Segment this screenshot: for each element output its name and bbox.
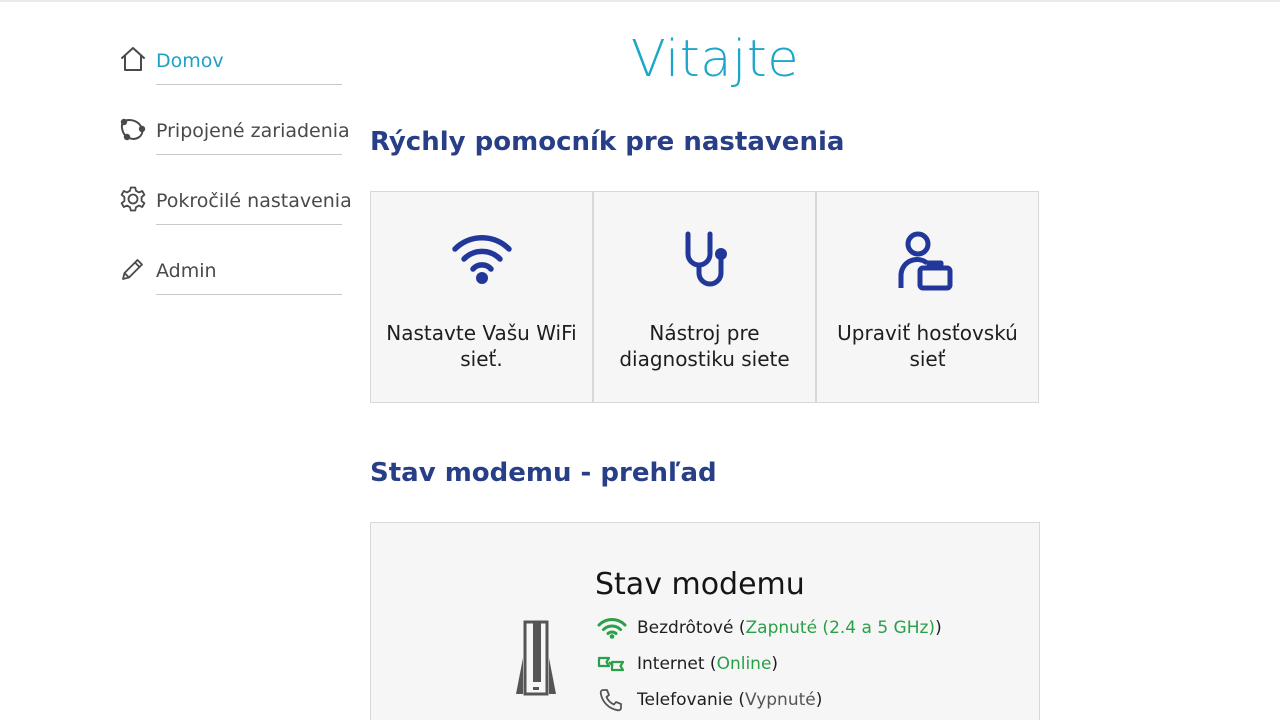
guest-network-card[interactable]: Upraviť hosťovskú sieť (816, 191, 1039, 403)
status-open-paren: ( (733, 618, 746, 638)
divider (156, 224, 342, 225)
status-close-paren: ) (771, 654, 779, 674)
sidebar-item-connected-devices[interactable]: Pripojené zariadenia (118, 110, 350, 180)
wifi-icon (597, 616, 627, 640)
status-name: Internet (637, 654, 705, 674)
status-open-paren: ( (704, 654, 717, 674)
page-title: Vitajte (630, 30, 800, 89)
sidebar-item-label: Pripojené zariadenia (156, 120, 350, 142)
quick-setup-heading: Rýchly pomocník pre nastavenia (370, 127, 845, 157)
guest-user-icon (817, 230, 1038, 292)
wifi-setup-card[interactable]: Nastavte Vašu WiFi sieť. (370, 191, 593, 403)
phone-icon (597, 688, 627, 712)
pencil-icon (118, 255, 148, 283)
connected-devices-icon (118, 115, 148, 143)
sidebar-item-home[interactable]: Domov (118, 40, 344, 110)
sidebar-nav: Domov Pripojené zariadenia Pokročilé nas… (118, 40, 352, 320)
top-border (0, 0, 1280, 2)
card-label: Nástroj pre diagnostiku siete (619, 321, 790, 371)
status-value: Zapnuté (2.4 a 5 GHz) (745, 618, 936, 638)
sidebar-item-advanced-settings[interactable]: Pokročilé nastavenia (118, 180, 352, 250)
modem-status-panel: Stav modemu Bezdrôtové (Zapnuté (2.4 a 5… (370, 522, 1040, 720)
network-diagnostics-card[interactable]: Nástroj pre diagnostiku siete (593, 191, 816, 403)
sidebar-item-label: Admin (156, 260, 217, 282)
sidebar-item-admin[interactable]: Admin (118, 250, 344, 320)
status-close-paren: ) (815, 690, 823, 710)
internet-status-row: Internet (Online) (597, 652, 778, 676)
status-value: Online (716, 654, 772, 674)
modem-overview-heading: Stav modemu - prehľad (370, 458, 717, 488)
status-name: Telefovanie (637, 690, 733, 710)
status-value: Vypnuté (745, 690, 816, 710)
stethoscope-icon (594, 230, 815, 292)
modem-device-icon (513, 618, 567, 702)
divider (156, 84, 342, 85)
divider (156, 294, 342, 295)
internet-icon (597, 652, 627, 676)
wifi-icon (371, 230, 592, 292)
card-label: Upraviť hosťovskú sieť (837, 321, 1018, 371)
status-open-paren: ( (732, 690, 746, 710)
card-label: Nastavte Vašu WiFi sieť. (386, 321, 577, 371)
sidebar-item-label: Domov (156, 50, 224, 72)
divider (156, 154, 342, 155)
telephony-status-row: Telefovanie (Vypnuté) (597, 688, 822, 712)
wireless-status-row: Bezdrôtové (Zapnuté (2.4 a 5 GHz)) (597, 616, 942, 640)
quick-setup-cards: Nastavte Vašu WiFi sieť. Nástroj pre dia… (370, 191, 1040, 403)
gear-icon (118, 185, 148, 213)
modem-status-title: Stav modemu (595, 567, 805, 602)
status-close-paren: ) (935, 618, 942, 638)
home-icon (118, 45, 148, 73)
sidebar-item-label: Pokročilé nastavenia (156, 190, 352, 212)
status-name: Bezdrôtové (637, 618, 734, 638)
